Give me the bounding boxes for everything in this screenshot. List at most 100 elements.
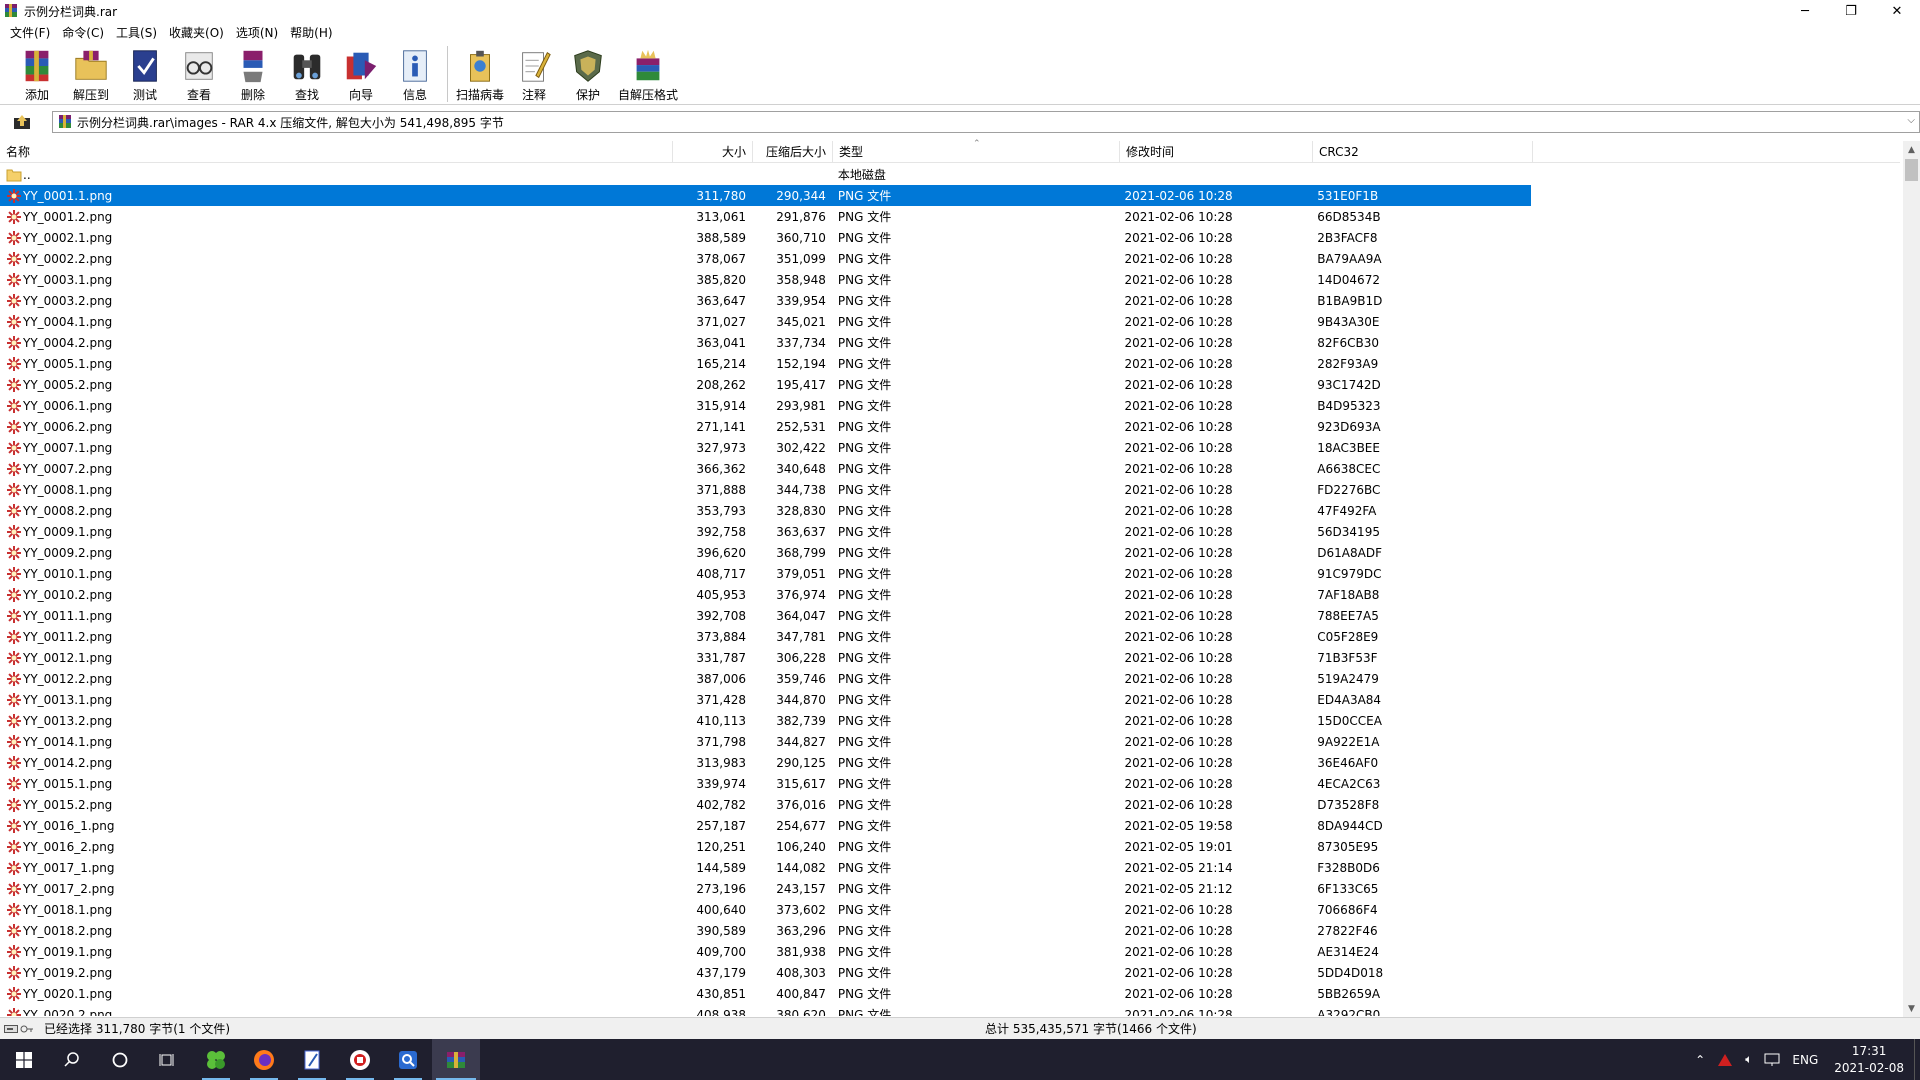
info-button[interactable]: 信息 bbox=[388, 43, 442, 103]
taskbar-app-firefox[interactable] bbox=[240, 1039, 288, 1080]
column-name[interactable]: 名称 bbox=[0, 140, 673, 163]
file-row[interactable]: YY_0012.1.png 331,787 306,228 PNG 文件 2021-02… bbox=[0, 647, 1531, 668]
file-row[interactable]: YY_0007.1.png 327,973 302,422 PNG 文件 2021-02… bbox=[0, 437, 1531, 458]
file-row[interactable]: YY_0014.2.png 313,983 290,125 PNG 文件 2021-02… bbox=[0, 752, 1531, 773]
file-row[interactable]: YY_0011.1.png 392,708 364,047 PNG 文件 2021-02… bbox=[0, 605, 1531, 626]
drive-icon[interactable] bbox=[4, 1024, 34, 1034]
file-row[interactable]: YY_0008.1.png 371,888 344,738 PNG 文件 2021-02… bbox=[0, 479, 1531, 500]
file-row[interactable]: YY_0002.2.png 378,067 351,099 PNG 文件 2021-02… bbox=[0, 248, 1531, 269]
input-language[interactable]: ENG bbox=[1786, 1053, 1824, 1067]
file-row[interactable]: YY_0003.1.png 385,820 358,948 PNG 文件 2021-02… bbox=[0, 269, 1531, 290]
file-name: YY_0013.1.png bbox=[23, 692, 113, 707]
column-crc[interactable]: CRC32 bbox=[1313, 140, 1533, 163]
file-row[interactable]: YY_0008.2.png 353,793 328,830 PNG 文件 2021-02… bbox=[0, 500, 1531, 521]
path-field[interactable]: 示例分栏词典.rar\images - RAR 4.x 压缩文件, 解包大小为 … bbox=[52, 111, 1920, 133]
menu-help[interactable]: 帮助(H) bbox=[284, 24, 338, 41]
menu-commands[interactable]: 命令(C) bbox=[56, 24, 110, 41]
file-row[interactable]: YY_0009.1.png 392,758 363,637 PNG 文件 2021-02… bbox=[0, 521, 1531, 542]
cortana-button[interactable] bbox=[96, 1039, 144, 1080]
file-row[interactable]: YY_0012.2.png 387,006 359,746 PNG 文件 2021-02… bbox=[0, 668, 1531, 689]
network-icon[interactable] bbox=[1758, 1053, 1786, 1067]
file-row[interactable]: YY_0018.2.png 390,589 363,296 PNG 文件 2021-02… bbox=[0, 920, 1531, 941]
file-row[interactable]: YY_0015.1.png 339,974 315,617 PNG 文件 2021-02… bbox=[0, 773, 1531, 794]
virus-scan-button[interactable]: 扫描病毒 bbox=[453, 43, 507, 103]
file-row[interactable]: YY_0005.1.png 165,214 152,194 PNG 文件 2021-02… bbox=[0, 353, 1531, 374]
show-desktop-button[interactable] bbox=[1914, 1039, 1920, 1080]
view-button[interactable]: 查看 bbox=[172, 43, 226, 103]
chevron-up-icon[interactable]: ⌃ bbox=[1689, 1053, 1711, 1067]
wizard-button[interactable]: 向导 bbox=[334, 43, 388, 103]
app-tray-icon[interactable] bbox=[1711, 1052, 1739, 1068]
restore-button[interactable]: ❐ bbox=[1828, 0, 1874, 22]
column-type-label: 类型 bbox=[839, 145, 864, 159]
file-row[interactable]: YY_0019.1.png 409,700 381,938 PNG 文件 2021-02… bbox=[0, 941, 1531, 962]
add-button[interactable]: 添加 bbox=[10, 43, 64, 103]
column-size[interactable]: 大小 bbox=[673, 140, 753, 163]
taskbar-app-clover[interactable] bbox=[192, 1039, 240, 1080]
comment-button[interactable]: 注释 bbox=[507, 43, 561, 103]
file-row[interactable]: YY_0009.2.png 396,620 368,799 PNG 文件 2021-02… bbox=[0, 542, 1531, 563]
file-row[interactable]: YY_0020.2.png 408,938 380,620 PNG 文件 2021-02… bbox=[0, 1004, 1531, 1016]
scroll-up-arrow-icon[interactable]: ▲ bbox=[1903, 141, 1920, 158]
minimize-button[interactable]: ─ bbox=[1782, 0, 1828, 22]
file-row[interactable]: YY_0002.1.png 388,589 360,710 PNG 文件 2021-02… bbox=[0, 227, 1531, 248]
column-modified[interactable]: 修改时间 bbox=[1120, 140, 1313, 163]
disk-icon bbox=[4, 1024, 18, 1033]
file-row[interactable]: YY_0020.1.png 430,851 400,847 PNG 文件 2021-02… bbox=[0, 983, 1531, 1004]
start-button[interactable] bbox=[0, 1039, 48, 1080]
file-row[interactable]: YY_0006.1.png 315,914 293,981 PNG 文件 2021-02… bbox=[0, 395, 1531, 416]
sfx-button[interactable]: 自解压格式 bbox=[615, 43, 681, 103]
file-row[interactable]: YY_0010.2.png 405,953 376,974 PNG 文件 2021-02… bbox=[0, 584, 1531, 605]
close-button[interactable]: ✕ bbox=[1874, 0, 1920, 22]
delete-button[interactable]: 删除 bbox=[226, 43, 280, 103]
file-row[interactable]: YY_0006.2.png 271,141 252,531 PNG 文件 2021-02… bbox=[0, 416, 1531, 437]
file-row[interactable]: YY_0019.2.png 437,179 408,303 PNG 文件 2021-02… bbox=[0, 962, 1531, 983]
file-row[interactable]: YY_0001.1.png 311,780 290,344 PNG 文件 2021-02… bbox=[0, 185, 1531, 206]
file-row[interactable]: YY_0017_1.png 144,589 144,082 PNG 文件 2021-02… bbox=[0, 857, 1531, 878]
file-row[interactable]: YY_0015.2.png 402,782 376,016 PNG 文件 2021-02… bbox=[0, 794, 1531, 815]
file-size: 327,973 bbox=[696, 440, 746, 455]
search-button[interactable] bbox=[48, 1039, 96, 1080]
file-row[interactable]: YY_0016_1.png 257,187 254,677 PNG 文件 2021-02… bbox=[0, 815, 1531, 836]
chevron-down-icon[interactable]: ⌵ bbox=[1907, 115, 1915, 126]
test-button[interactable]: 测试 bbox=[118, 43, 172, 103]
taskbar-app-winrar[interactable] bbox=[432, 1039, 480, 1080]
file-row[interactable]: YY_0011.2.png 373,884 347,781 PNG 文件 2021-02… bbox=[0, 626, 1531, 647]
column-packed[interactable]: 压缩后大小 bbox=[753, 140, 833, 163]
scroll-down-arrow-icon[interactable]: ▼ bbox=[1903, 1000, 1920, 1017]
volume-icon[interactable]: 🔈︎ bbox=[1739, 1052, 1758, 1067]
menu-favorites[interactable]: 收藏夹(O) bbox=[163, 24, 230, 41]
file-row[interactable]: YY_0013.1.png 371,428 344,870 PNG 文件 2021-02… bbox=[0, 689, 1531, 710]
file-packed-size: 344,738 bbox=[776, 482, 826, 497]
taskbar-app-sogou[interactable] bbox=[384, 1039, 432, 1080]
file-row[interactable]: YY_0017_2.png 273,196 243,157 PNG 文件 2021-02… bbox=[0, 878, 1531, 899]
task-view-button[interactable] bbox=[144, 1039, 192, 1080]
menu-options[interactable]: 选项(N) bbox=[230, 24, 284, 41]
parent-folder-row[interactable]: .. 本地磁盘 bbox=[0, 164, 1531, 185]
title-bar: 示例分栏词典.rar ─ ❐ ✕ bbox=[0, 0, 1920, 22]
file-row[interactable]: YY_0001.2.png 313,061 291,876 PNG 文件 2021-02… bbox=[0, 206, 1531, 227]
extract-button[interactable]: 解压到 bbox=[64, 43, 118, 103]
clock[interactable]: 17:31 2021-02-08 bbox=[1824, 1043, 1914, 1077]
file-row[interactable]: YY_0014.1.png 371,798 344,827 PNG 文件 2021-02… bbox=[0, 731, 1531, 752]
protect-button[interactable]: 保护 bbox=[561, 43, 615, 103]
file-row[interactable]: YY_0004.1.png 371,027 345,021 PNG 文件 2021-02… bbox=[0, 311, 1531, 332]
file-row[interactable]: YY_0010.1.png 408,717 379,051 PNG 文件 2021-02… bbox=[0, 563, 1531, 584]
find-button[interactable]: 查找 bbox=[280, 43, 334, 103]
file-row[interactable]: YY_0007.2.png 366,362 340,648 PNG 文件 2021-02… bbox=[0, 458, 1531, 479]
column-type[interactable]: 类型 ⌃ bbox=[833, 139, 1120, 163]
menu-tools[interactable]: 工具(S) bbox=[110, 24, 163, 41]
up-one-level-button[interactable] bbox=[9, 111, 35, 133]
file-row[interactable]: YY_0003.2.png 363,647 339,954 PNG 文件 2021-02… bbox=[0, 290, 1531, 311]
file-size: 390,589 bbox=[696, 923, 746, 938]
file-row[interactable]: YY_0018.1.png 400,640 373,602 PNG 文件 2021-02… bbox=[0, 899, 1531, 920]
file-row[interactable]: YY_0005.2.png 208,262 195,417 PNG 文件 2021-02… bbox=[0, 374, 1531, 395]
menu-file[interactable]: 文件(F) bbox=[4, 24, 56, 41]
scroll-thumb[interactable] bbox=[1905, 159, 1918, 181]
file-row[interactable]: YY_0016_2.png 120,251 106,240 PNG 文件 2021-02… bbox=[0, 836, 1531, 857]
file-row[interactable]: YY_0004.2.png 363,041 337,734 PNG 文件 2021-02… bbox=[0, 332, 1531, 353]
file-row[interactable]: YY_0013.2.png 410,113 382,739 PNG 文件 2021-02… bbox=[0, 710, 1531, 731]
taskbar-app-notepad[interactable] bbox=[288, 1039, 336, 1080]
vertical-scrollbar[interactable]: ▲ ▼ bbox=[1903, 141, 1920, 1017]
taskbar-app-recorder[interactable] bbox=[336, 1039, 384, 1080]
